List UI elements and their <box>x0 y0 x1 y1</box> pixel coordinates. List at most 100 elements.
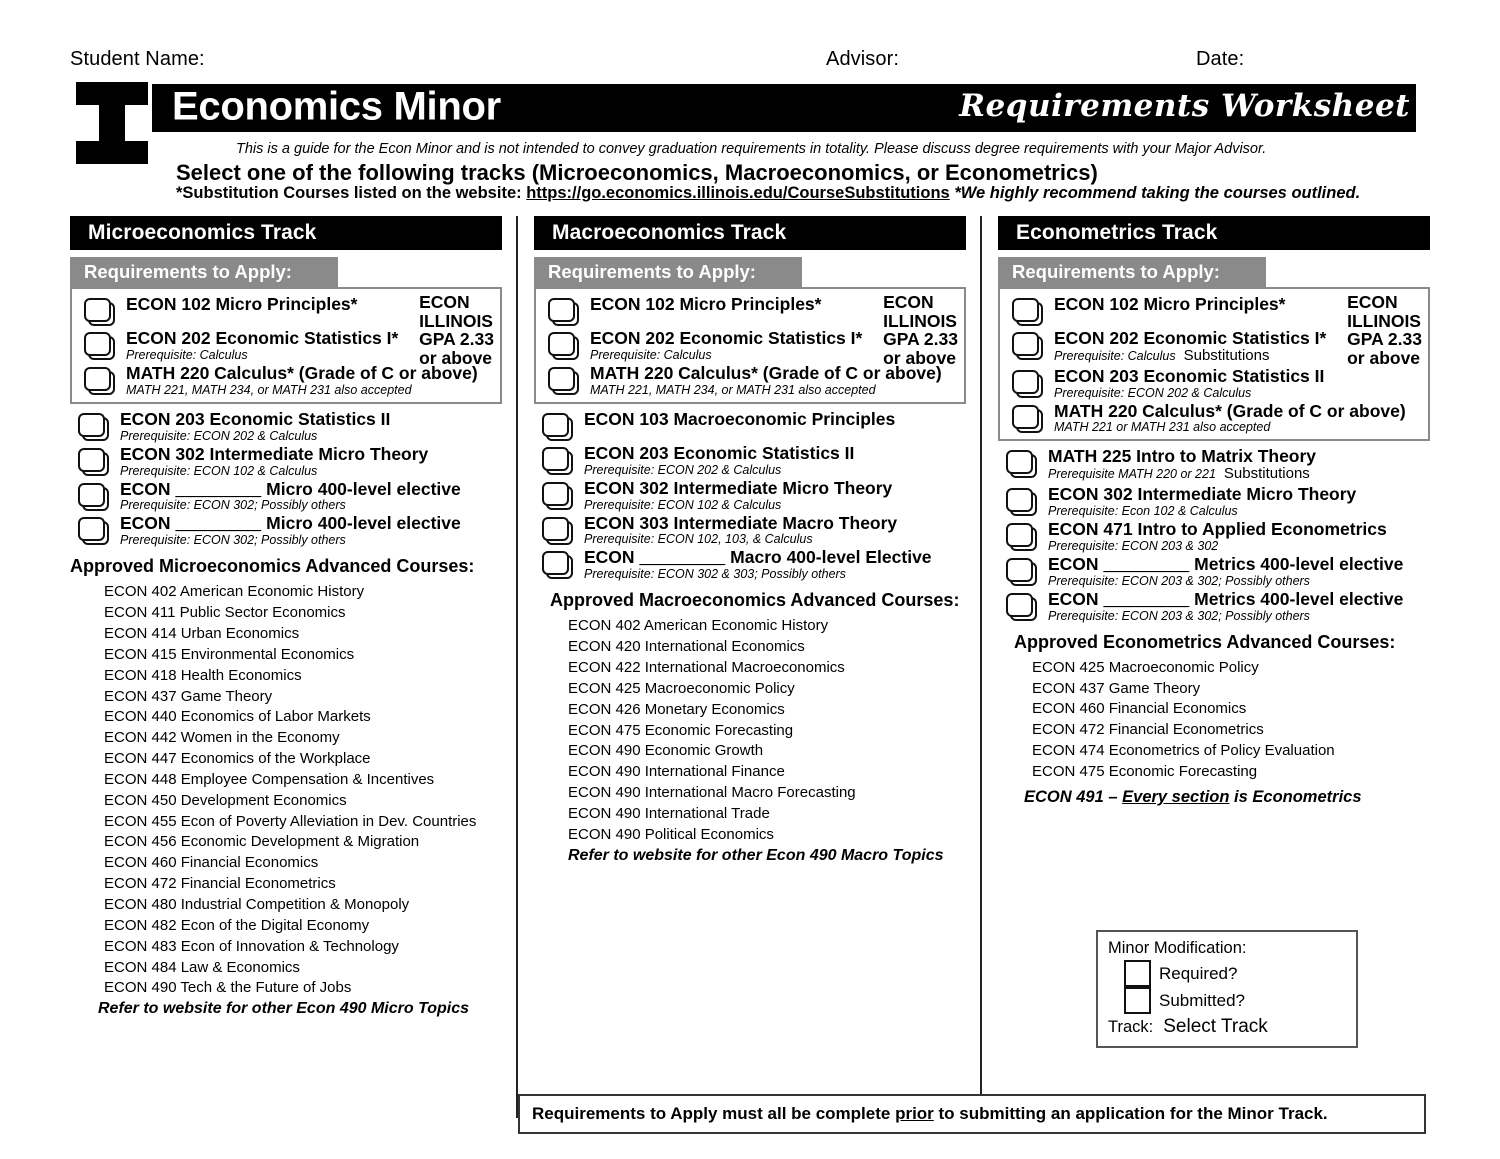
course-name: ECON 302 Intermediate Micro Theory <box>120 443 429 464</box>
track-header-macro: Macroeconomics Track <box>534 216 966 250</box>
course-prerequisite: MATH 221, MATH 234, or MATH 231 also acc… <box>590 382 876 397</box>
course-prerequisite: MATH 221, MATH 234, or MATH 231 also acc… <box>126 382 412 397</box>
checkbox-icon[interactable] <box>84 298 117 327</box>
checkbox-icon[interactable] <box>1012 332 1045 361</box>
list-item: ECON 456 Economic Development & Migratio… <box>104 833 420 851</box>
approved-courses-heading-metrics: Approved Econometrics Advanced Courses: <box>1014 631 1396 652</box>
course-prerequisite: Prerequisite: ECON 302 & 303; Possibly o… <box>584 567 846 582</box>
list-item: ECON 455 Econ of Poverty Alleviation in … <box>104 812 477 830</box>
checkbox-icon[interactable] <box>542 481 575 511</box>
checkbox-icon[interactable] <box>78 482 111 512</box>
elective-blank[interactable]: ________ <box>639 547 725 567</box>
substitutions-note[interactable]: Substitutions <box>1176 347 1270 364</box>
list-item: ECON 490 International Trade <box>568 804 770 822</box>
list-item: ECON 472 Financial Econometrics <box>1032 721 1264 739</box>
requirements-to-apply-box-micro: ECON ILLINOIS GPA 2.33 or above ECON 102… <box>70 287 502 404</box>
course-prerequisite: Prerequisite: ECON 102 & Calculus <box>120 463 318 478</box>
course-name: ECON 302 Intermediate Micro Theory <box>584 477 893 498</box>
elective-blank[interactable]: ________ <box>175 479 261 499</box>
checkbox-icon[interactable] <box>1006 592 1039 622</box>
checkbox-icon[interactable] <box>1124 987 1151 1014</box>
checkbox-icon[interactable] <box>542 446 575 476</box>
list-item: ECON 422 International Macroeconomics <box>568 659 845 677</box>
checkbox-icon[interactable] <box>548 366 581 396</box>
checkbox-icon[interactable] <box>78 517 111 546</box>
select-tracks-instruction: Select one of the following tracks (Micr… <box>176 160 1098 185</box>
checkbox-icon[interactable] <box>548 332 581 361</box>
list-item: ECON 411 Public Sector Economics <box>104 604 346 622</box>
list-item: ECON 437 Game Theory <box>1032 679 1201 697</box>
list-item: ECON 420 International Economics <box>568 638 805 656</box>
additional-courses-micro: ECON 203 Economic Statistics II Prerequi… <box>70 408 502 547</box>
page-title: Economics Minor <box>172 84 501 129</box>
course-name: ECON 102 Micro Principles* <box>1054 294 1286 314</box>
course-row: MATH 220 Calculus* (Grade of C or above)… <box>540 363 960 397</box>
elective-blank[interactable]: ________ <box>1103 554 1189 574</box>
course-prerequisite: Prerequisite: ECON 102, 103, & Calculus <box>584 532 813 547</box>
course-row: ECON ________ Macro 400-level Elective P… <box>534 548 966 581</box>
list-item: ECON 402 American Economic History <box>568 617 829 635</box>
course-name: ECON 203 Economic Statistics II <box>120 408 391 429</box>
course-prerequisite: Prerequisite: ECON 203 & 302; Possibly o… <box>1048 573 1310 588</box>
track-select-row: Track: Select Track <box>1108 1016 1356 1038</box>
checkbox-icon[interactable] <box>1006 488 1039 517</box>
checkbox-icon[interactable] <box>1124 960 1151 987</box>
course-name: ECON ________ Micro 400-level elective <box>120 478 461 499</box>
column-divider-2 <box>980 216 982 1118</box>
approved-courses-heading-micro: Approved Microeconomics Advanced Courses… <box>70 556 475 577</box>
footer-notice-box: Requirements to Apply must all be comple… <box>518 1094 1426 1134</box>
course-row: ECON 302 Intermediate Micro Theory Prere… <box>998 485 1430 518</box>
course-row: ECON ________ Metrics 400-level elective… <box>998 554 1430 588</box>
elective-blank[interactable]: ________ <box>175 513 261 533</box>
checkbox-icon[interactable] <box>1006 523 1039 552</box>
checkbox-icon[interactable] <box>78 447 111 477</box>
econometrics-track-column: Econometrics Track Requirements to Apply… <box>998 216 1430 807</box>
track-select-value[interactable]: Select Track <box>1153 1016 1268 1038</box>
course-prerequisite: Prerequisite: ECON 202 & Calculus <box>120 428 318 443</box>
list-item: ECON 490 Political Economics <box>568 825 774 843</box>
required-label: Required? <box>1159 963 1238 983</box>
elective-blank[interactable]: ________ <box>1103 589 1189 609</box>
course-prerequisite: Prerequisite MATH 220 or 221 Substitution… <box>1048 465 1310 483</box>
checkbox-icon[interactable] <box>1012 369 1045 399</box>
checkbox-icon[interactable] <box>548 298 581 327</box>
course-name: ECON 203 Economic Statistics II <box>584 442 855 463</box>
substitutions-note[interactable]: Substitutions <box>1216 465 1310 482</box>
logo-bottom-bar <box>76 141 148 164</box>
list-item: ECON 425 Macroeconomic Policy <box>568 679 795 697</box>
list-item: ECON 425 Macroeconomic Policy <box>1032 658 1259 676</box>
approved-courses-list-micro: ECON 402 American Economic History ECON … <box>70 582 502 999</box>
additional-courses-macro: ECON 103 Macroeconomic Principles ECON 2… <box>534 409 966 581</box>
course-name: ECON ________ Metrics 400-level elective <box>1048 588 1404 609</box>
checkbox-icon[interactable] <box>78 412 111 442</box>
course-name: ECON 302 Intermediate Micro Theory <box>1048 484 1357 505</box>
checkbox-icon[interactable] <box>542 551 575 580</box>
checkbox-icon[interactable] <box>84 332 117 361</box>
checkbox-icon[interactable] <box>542 516 575 546</box>
course-prerequisite: Prerequisite: ECON 302; Possibly others <box>120 498 346 513</box>
course-prerequisite: Prerequisite: ECON 102 & Calculus <box>584 497 782 512</box>
checkbox-icon[interactable] <box>84 366 117 396</box>
checkbox-icon[interactable] <box>542 412 575 442</box>
course-row: ECON 203 Economic Statistics II Prerequi… <box>1004 365 1424 400</box>
gpa-requirement-note-metrics: ECON ILLINOIS GPA 2.33 or above <box>1347 292 1422 368</box>
course-row: ECON 203 Economic Statistics II Prerequi… <box>70 408 502 443</box>
list-item: ECON 442 Women in the Economy <box>104 729 340 747</box>
course-name: ECON 203 Economic Statistics II <box>1054 365 1325 386</box>
list-item: ECON 418 Health Economics <box>104 666 302 684</box>
list-item: ECON 483 Econ of Innovation & Technology <box>104 937 399 955</box>
checkbox-icon[interactable] <box>1012 298 1045 327</box>
list-item: ECON 472 Financial Econometrics <box>104 875 336 893</box>
checkbox-icon[interactable] <box>1006 450 1039 479</box>
course-substitutions-link[interactable]: https://go.economics.illinois.edu/Course… <box>526 184 950 202</box>
checkbox-icon[interactable] <box>1012 404 1045 434</box>
course-prerequisite: Prerequisite: Econ 102 & Calculus <box>1048 504 1238 519</box>
footer-notice-text: Requirements to Apply must all be comple… <box>532 1104 1328 1123</box>
course-row: ECON 471 Intro to Applied Econometrics P… <box>998 520 1430 553</box>
list-item: ECON 415 Environmental Economics <box>104 645 355 663</box>
top-field-row: Student Name: Advisor: Date: <box>0 48 1500 76</box>
track-label: Track: <box>1108 1018 1154 1036</box>
checkbox-icon[interactable] <box>1006 557 1039 587</box>
worksheet-page: Student Name: Advisor: Date: Economics M… <box>0 0 1500 1159</box>
list-item: ECON 448 Employee Compensation & Incenti… <box>104 770 435 788</box>
